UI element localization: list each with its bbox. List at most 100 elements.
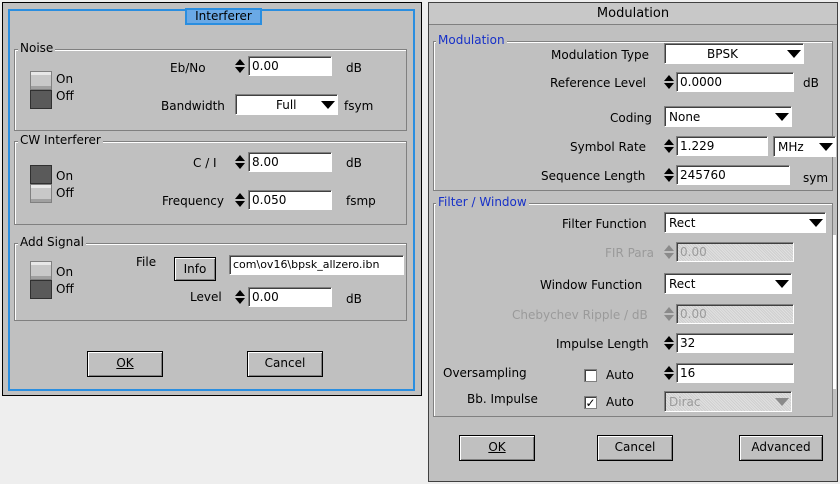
oversampling-field[interactable]: 16 [676,363,794,383]
filter-function-select[interactable]: Rect [664,212,826,233]
sequence-length-field[interactable]: 245760 [676,165,790,185]
sequence-length-unit: sym [803,171,829,185]
noise-on-label: On [56,72,74,86]
chevron-down-icon [775,398,789,406]
ci-spinner[interactable] [235,153,245,171]
reference-level-unit: dB [803,76,819,90]
bb-impulse-value: Dirac [669,395,701,409]
chebychev-ripple-spinner [664,305,674,323]
coding-label: Coding [610,111,652,125]
spin-up-icon[interactable] [664,168,674,174]
frequency-label: Frequency [162,194,224,208]
toggle-off-segment [30,184,52,203]
spin-up-icon[interactable] [664,366,674,372]
bandwidth-label: Bandwidth [161,99,225,113]
cancel-button[interactable]: Cancel [247,351,323,377]
frequency-field[interactable]: 0.050 [248,190,332,210]
frequency-spinner[interactable] [235,191,245,209]
spin-up-icon[interactable] [235,155,245,161]
info-button[interactable]: Info [174,257,216,281]
spin-up-icon[interactable] [235,59,245,65]
bandwidth-unit: fsym [344,99,374,113]
spin-up-icon[interactable] [235,290,245,296]
spin-down-icon[interactable] [235,67,245,73]
spin-down-icon[interactable] [664,374,674,380]
symbol-rate-unit-value: MHz [778,140,804,154]
window-function-select[interactable]: Rect [664,273,792,294]
add-signal-on-off-toggle[interactable] [30,261,52,299]
cancel-button[interactable]: Cancel [597,435,673,461]
reference-level-label: Reference Level [550,76,646,90]
chebychev-ripple-label: Chebychev Ripple / dB [512,308,648,322]
modulation-type-label: Modulation Type [551,48,649,62]
cw-on-off-toggle[interactable] [30,165,52,203]
spin-down-icon [664,315,674,321]
ok-button[interactable]: OK [459,435,535,461]
ebno-field[interactable]: 0.00 [248,56,332,76]
toggle-on-segment [30,165,52,184]
spin-down-icon[interactable] [664,176,674,182]
file-label: File [136,255,157,269]
chevron-down-icon [819,143,833,151]
spin-down-icon[interactable] [664,83,674,89]
ci-unit: dB [346,156,362,170]
chevron-down-icon [809,219,823,227]
fir-para-label: FIR Para [605,246,654,260]
ebno-label: Eb/No [170,61,206,75]
modulation-title: Modulation [429,3,837,25]
noise-off-label: Off [56,89,74,103]
advanced-button[interactable]: Advanced [739,435,823,461]
modulation-type-select[interactable]: BPSK [664,43,804,64]
coding-select[interactable]: None [664,106,792,127]
spin-down-icon[interactable] [235,201,245,207]
cw-off-label: Off [56,186,74,200]
bandwidth-select[interactable]: Full [235,94,338,115]
impulse-length-spinner[interactable] [664,334,674,352]
sequence-length-label: Sequence Length [541,169,646,183]
chevron-down-icon [787,50,801,58]
noise-on-off-toggle[interactable] [30,71,52,109]
ebno-spinner[interactable] [235,57,245,75]
symbol-rate-label: Symbol Rate [570,140,647,154]
symbol-rate-unit-select[interactable]: MHz [773,136,836,157]
spin-down-icon [664,253,674,259]
interferer-title: Interferer [185,8,262,25]
level-field[interactable]: 0.00 [248,287,332,307]
bb-impulse-label: Bb. Impulse [467,392,538,406]
spin-down-icon[interactable] [235,163,245,169]
ci-field[interactable]: 8.00 [248,152,332,172]
toggle-on-segment [30,71,52,90]
symbol-rate-spinner[interactable] [664,137,674,155]
oversampling-spinner[interactable] [664,364,674,382]
oversampling-auto-label: Auto [606,368,634,382]
ok-button[interactable]: OK [87,351,163,377]
sequence-length-spinner[interactable] [664,166,674,184]
filter-window-group-label: Filter / Window [436,195,529,209]
spin-down-icon[interactable] [664,147,674,153]
coding-value: None [669,110,701,124]
impulse-length-field[interactable]: 32 [676,333,794,353]
reference-level-field[interactable]: 0.0000 [676,72,794,92]
toggle-off-segment [30,90,52,109]
spin-down-icon[interactable] [235,298,245,304]
oversampling-auto-checkbox[interactable] [584,369,597,382]
reference-level-spinner[interactable] [664,73,674,91]
symbol-rate-field[interactable]: 1.229 [676,136,768,156]
scrollbar[interactable] [832,235,836,389]
file-path-field[interactable]: com\ov16\bpsk_allzero.ibn [229,255,404,275]
spin-up-icon[interactable] [235,193,245,199]
spin-up-icon [664,245,674,251]
cw-on-label: On [56,169,74,183]
add-signal-group-label: Add Signal [18,235,86,249]
ebno-unit: dB [346,61,362,75]
oversampling-label: Oversampling [443,366,527,380]
interferer-dialog: Noise On Off Eb/No 0.00 dB Bandwidth Ful… [2,2,422,396]
spin-down-icon[interactable] [664,344,674,350]
spin-up-icon[interactable] [664,75,674,81]
window-function-value: Rect [669,277,696,291]
level-spinner[interactable] [235,288,245,306]
bb-impulse-auto-checkbox[interactable]: ✓ [584,396,597,409]
spin-up-icon[interactable] [664,139,674,145]
filter-function-label: Filter Function [562,217,647,231]
spin-up-icon[interactable] [664,336,674,342]
